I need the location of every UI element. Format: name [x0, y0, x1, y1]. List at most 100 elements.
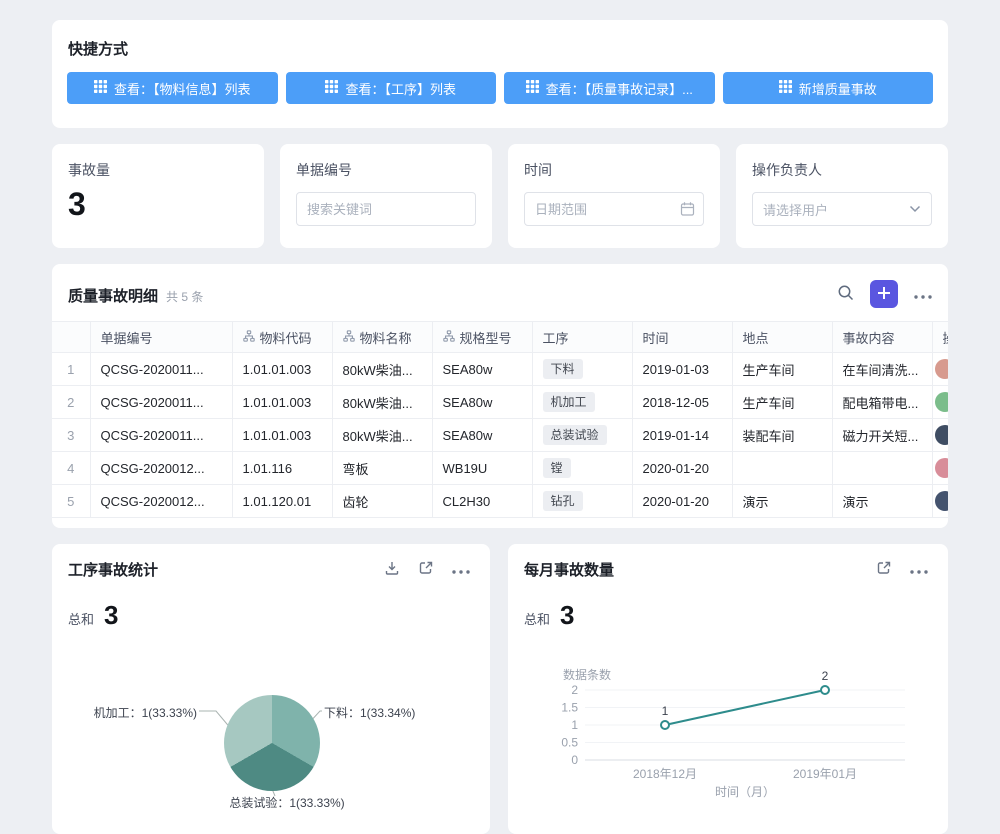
- table-row[interactable]: 4 QCSG-2020012... 1.01.116 弯板 WB19U 镗 20…: [52, 452, 948, 485]
- data-point-label: 1: [662, 704, 669, 718]
- filter-card-time: 时间: [508, 144, 720, 248]
- header-doc-no[interactable]: 单据编号: [90, 322, 232, 353]
- row-index: 5: [52, 485, 90, 518]
- process-accident-stats-card: 工序事故统计 总和 3 机加工：1(33.33%) 下料：1(33.34%) 总…: [52, 544, 490, 834]
- doc-no-search-input[interactable]: [296, 192, 476, 226]
- hierarchy-icon: [343, 330, 355, 345]
- cell-spec: SEA80w: [432, 386, 532, 419]
- data-point[interactable]: [821, 686, 829, 694]
- shortcut-view-material-list-button[interactable]: 查看：【物料信息】列表: [67, 72, 278, 104]
- plus-icon: [877, 286, 891, 303]
- cell-spec: CL2H30: [432, 485, 532, 518]
- shortcut-add-quality-accident-button[interactable]: 新增质量事故: [723, 72, 934, 104]
- total-label: 总和: [68, 609, 94, 628]
- y-axis-title: 数据条数: [563, 667, 611, 682]
- monthly-accident-count-card: 每月事故数量 总和 3 数据条数 2 1.5 1 0.5 0 时间（月） 201…: [508, 544, 948, 834]
- avatar: [935, 458, 949, 478]
- cell-owner: [932, 386, 948, 419]
- filter-card-doc-no: 单据编号: [280, 144, 492, 248]
- cell-time: 2018-12-05: [632, 386, 732, 419]
- open-in-new-button[interactable]: [418, 560, 434, 579]
- pie-more-button[interactable]: [452, 562, 470, 577]
- table-more-button[interactable]: [914, 287, 932, 302]
- avatar: [935, 425, 949, 445]
- avatar: [935, 392, 949, 412]
- header-material-name[interactable]: 物料名称: [332, 322, 432, 353]
- cell-place: 演示: [732, 485, 832, 518]
- line-more-button[interactable]: [910, 562, 928, 577]
- download-button[interactable]: [384, 560, 400, 579]
- header-place[interactable]: 地点: [732, 322, 832, 353]
- process-tag: 机加工: [543, 392, 595, 412]
- cell-material-code: 1.01.120.01: [232, 485, 332, 518]
- total-value: 3: [560, 602, 574, 628]
- filter-label: 时间: [524, 160, 704, 180]
- row-index: 1: [52, 353, 90, 386]
- table-row[interactable]: 2 QCSG-2020011... 1.01.01.003 80kW柴油... …: [52, 386, 948, 419]
- button-label: 查看：【工序】列表: [345, 79, 456, 98]
- table-row[interactable]: 5 QCSG-2020012... 1.01.120.01 齿轮 CL2H30 …: [52, 485, 948, 518]
- table-title: 质量事故明细: [68, 285, 158, 306]
- line-chart: 数据条数 2 1.5 1 0.5 0 时间（月） 2018年12月12019年0…: [508, 652, 948, 824]
- button-label: 查看：【物料信息】列表: [114, 79, 251, 98]
- cell-time: 2019-01-14: [632, 419, 732, 452]
- filter-label: 单据编号: [296, 160, 476, 180]
- header-process[interactable]: 工序: [532, 322, 632, 353]
- cell-process: 总装试验: [532, 419, 632, 452]
- header-label: 单据编号: [101, 328, 153, 347]
- header-label: 工序: [543, 328, 569, 347]
- shortcut-view-process-list-button[interactable]: 查看：【工序】列表: [286, 72, 497, 104]
- header-label: 规格型号: [460, 328, 512, 347]
- table-header-row: 单据编号 物料代码 物料名称 规格型号 工序 时间 地点 事故内容 操作负责人: [52, 322, 948, 353]
- search-button[interactable]: [837, 284, 854, 304]
- hierarchy-icon: [443, 330, 455, 345]
- cell-spec: WB19U: [432, 452, 532, 485]
- table-row[interactable]: 3 QCSG-2020011... 1.01.01.003 80kW柴油... …: [52, 419, 948, 452]
- add-record-button[interactable]: [870, 280, 898, 308]
- header-label: 物料名称: [360, 328, 412, 347]
- pie-chart[interactable]: [224, 695, 320, 791]
- cell-place: [732, 452, 832, 485]
- process-tag: 下料: [543, 359, 583, 379]
- cell-material-name: 80kW柴油...: [332, 419, 432, 452]
- cell-place: 生产车间: [732, 353, 832, 386]
- stat-card-accident-count: 事故量 3: [52, 144, 264, 248]
- header-time[interactable]: 时间: [632, 322, 732, 353]
- header-owner[interactable]: 操作负责人: [932, 322, 948, 353]
- date-range-input[interactable]: [524, 192, 704, 226]
- cell-material-code: 1.01.01.003: [232, 386, 332, 419]
- data-point[interactable]: [661, 721, 669, 729]
- pie-card-title: 工序事故统计: [68, 559, 158, 580]
- shortcut-view-quality-records-button[interactable]: 查看：【质量事故记录】...: [504, 72, 715, 104]
- filter-label: 操作负责人: [752, 160, 932, 180]
- cell-doc-no: QCSG-2020012...: [90, 485, 232, 518]
- ellipsis-icon: [914, 287, 932, 302]
- y-tick: 2: [571, 683, 578, 697]
- cell-content: 磁力开关短...: [832, 419, 932, 452]
- cell-time: 2020-01-20: [632, 452, 732, 485]
- x-tick-label: 2018年12月: [633, 767, 697, 781]
- cell-material-name: 齿轮: [332, 485, 432, 518]
- process-tag: 钻孔: [543, 491, 583, 511]
- open-in-new-button[interactable]: [876, 560, 892, 579]
- pie-label-machining: 机加工：1(33.33%): [94, 704, 197, 721]
- cell-process: 机加工: [532, 386, 632, 419]
- operator-select[interactable]: 请选择用户: [752, 192, 932, 226]
- ellipsis-icon: [452, 562, 470, 577]
- row-index: 2: [52, 386, 90, 419]
- table-row[interactable]: 1 QCSG-2020011... 1.01.01.003 80kW柴油... …: [52, 353, 948, 386]
- x-axis-title: 时间（月）: [715, 785, 775, 799]
- header-material-code[interactable]: 物料代码: [232, 322, 332, 353]
- header-label: 事故内容: [843, 328, 895, 347]
- cell-material-name: 80kW柴油...: [332, 353, 432, 386]
- grid-icon: [526, 80, 539, 96]
- cell-spec: SEA80w: [432, 419, 532, 452]
- header-label: 物料代码: [260, 328, 312, 347]
- avatar: [935, 359, 949, 379]
- cell-content: [832, 452, 932, 485]
- button-label: 查看：【质量事故记录】...: [546, 79, 693, 98]
- header-content[interactable]: 事故内容: [832, 322, 932, 353]
- cell-content: 在车间清洗...: [832, 353, 932, 386]
- header-spec-model[interactable]: 规格型号: [432, 322, 532, 353]
- select-placeholder: 请选择用户: [763, 200, 828, 219]
